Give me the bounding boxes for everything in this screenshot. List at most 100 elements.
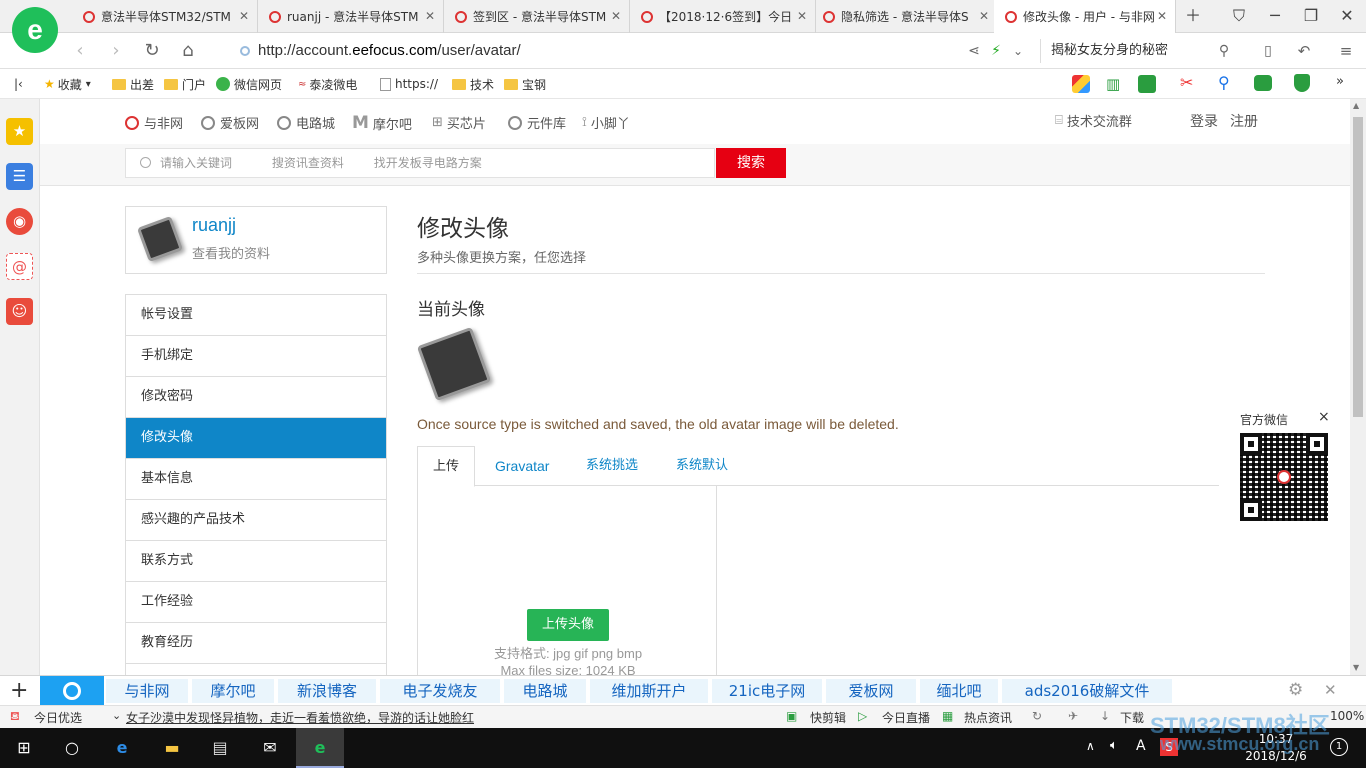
site-info-icon[interactable] bbox=[240, 46, 250, 56]
bookmark-folder[interactable]: 技术 bbox=[452, 74, 494, 94]
close-tab-icon[interactable]: ✕ bbox=[611, 9, 621, 23]
bookmark-item[interactable]: 微信网页 bbox=[216, 74, 282, 94]
volume-icon[interactable]: 🔈︎ bbox=[1110, 738, 1118, 753]
mobile-icon[interactable]: ▯ bbox=[1256, 39, 1280, 63]
refresh-icon[interactable]: ↻ bbox=[140, 39, 164, 63]
view-profile-link[interactable]: 查看我的资料 bbox=[192, 243, 270, 262]
browser-tab[interactable]: 隐私筛选 - 意法半导体S ✕ bbox=[812, 0, 998, 33]
weibo-icon[interactable]: ◉ bbox=[6, 208, 33, 235]
close-window-icon[interactable]: ✕ bbox=[1336, 5, 1358, 27]
notification-icon[interactable]: 1 bbox=[1330, 738, 1348, 756]
file-explorer-icon[interactable]: ▬ bbox=[148, 728, 196, 768]
quick-link[interactable]: 与非网 bbox=[106, 679, 188, 703]
maximize-icon[interactable]: ❐ bbox=[1300, 5, 1322, 27]
menu-item-education[interactable]: 教育经历 bbox=[126, 623, 386, 664]
close-tab-icon[interactable]: ✕ bbox=[1157, 9, 1167, 23]
forward-icon[interactable]: › bbox=[104, 39, 128, 63]
new-tab-icon[interactable]: ＋ bbox=[1182, 5, 1204, 27]
scroll-up-icon[interactable]: ▲ bbox=[1353, 101, 1359, 110]
edge-icon[interactable]: e bbox=[98, 728, 146, 768]
scroll-down-icon[interactable]: ▼ bbox=[1353, 663, 1359, 672]
address-bar[interactable]: http://account.eefocus.com/user/avatar/ bbox=[232, 38, 952, 64]
translate-icon[interactable] bbox=[1138, 75, 1156, 93]
username-link[interactable]: ruanjj bbox=[192, 215, 236, 236]
game-icon[interactable]: ☺ bbox=[6, 298, 33, 325]
undo-icon[interactable]: ↶ bbox=[1292, 39, 1316, 63]
menu-icon[interactable]: ≡ bbox=[1334, 39, 1358, 63]
page-scrollbar[interactable]: ▲ ▼ bbox=[1350, 99, 1366, 675]
store-icon[interactable]: ▤ bbox=[196, 728, 244, 768]
search-icon[interactable]: ⚲ bbox=[1212, 39, 1236, 63]
browser-tab[interactable]: 意法半导体STM32/STM ✕ bbox=[72, 0, 258, 33]
nav-link-dianlucheng[interactable]: 电路城 bbox=[277, 113, 335, 132]
menu-item-contact[interactable]: 联系方式 bbox=[126, 541, 386, 582]
qr-close-icon[interactable]: × bbox=[1318, 409, 1330, 425]
status-item-cut[interactable]: 快剪辑 bbox=[810, 709, 846, 726]
bookmark-item[interactable]: ≈ 泰凌微电 bbox=[298, 74, 357, 94]
mail-icon[interactable]: ✉ bbox=[246, 728, 294, 768]
favorites-icon[interactable]: ★ bbox=[6, 118, 33, 145]
zoom-level[interactable]: 100% bbox=[1330, 709, 1364, 723]
show-hidden-icons[interactable]: ∧ bbox=[1086, 739, 1095, 753]
bookmark-folder[interactable]: 出差 bbox=[112, 74, 154, 94]
scissors-icon[interactable]: ✂ bbox=[1180, 73, 1193, 92]
chevron-down-icon[interactable]: ⌄ bbox=[1006, 39, 1030, 63]
game-icon[interactable] bbox=[1254, 75, 1272, 91]
quick-link[interactable]: 21ic电子网 bbox=[712, 679, 822, 703]
menu-item-interests[interactable]: 感兴趣的产品技术 bbox=[126, 500, 386, 541]
mail-icon[interactable]: @ bbox=[6, 253, 33, 280]
quick-link[interactable]: 摩尔吧 bbox=[192, 679, 274, 703]
book-icon[interactable]: ▥ bbox=[1106, 75, 1120, 93]
windows-start-icon[interactable]: ⊞ bbox=[0, 728, 48, 768]
shirt-icon[interactable]: ⛉ bbox=[1228, 5, 1250, 27]
today-pick-label[interactable]: 今日优选 bbox=[34, 709, 82, 726]
browser-logo-icon[interactable]: e bbox=[12, 7, 58, 53]
tab-upload[interactable]: 上传 bbox=[417, 446, 476, 487]
menu-item-work[interactable]: 工作经验 bbox=[126, 582, 386, 623]
quick-link[interactable]: 缅北吧 bbox=[920, 679, 998, 703]
status-item-hot[interactable]: 热点资讯 bbox=[964, 709, 1012, 726]
bookmark-favorites[interactable]: ★ 收藏 ▾ bbox=[44, 74, 91, 94]
menu-item-more[interactable] bbox=[126, 664, 386, 675]
tab-gravatar[interactable]: Gravatar bbox=[480, 446, 564, 487]
extension-icon[interactable] bbox=[1072, 75, 1090, 93]
cortana-icon[interactable]: ○ bbox=[48, 728, 96, 768]
home-icon[interactable]: ⌂ bbox=[176, 39, 200, 63]
quick-link[interactable]: 电子发烧友 bbox=[380, 679, 500, 703]
refresh-icon[interactable]: ↻ bbox=[1032, 709, 1042, 723]
more-icon[interactable]: » bbox=[1336, 74, 1344, 89]
bookmark-folder[interactable]: 宝钢 bbox=[504, 74, 546, 94]
back-icon[interactable]: ‹ bbox=[68, 39, 92, 63]
tab-system-default[interactable]: 系统默认 bbox=[661, 446, 743, 487]
minimize-icon[interactable]: ─ bbox=[1264, 5, 1286, 27]
ime-indicator[interactable]: A bbox=[1136, 738, 1146, 754]
search-box[interactable]: 揭秘女友分身的秘密 bbox=[1040, 39, 1238, 63]
status-item-live[interactable]: 今日直播 bbox=[882, 709, 930, 726]
nav-link-aibanwang[interactable]: 爱板网 bbox=[201, 113, 259, 132]
settings-gear-icon[interactable]: ⚙ bbox=[1288, 680, 1303, 700]
menu-item-basic-info[interactable]: 基本信息 bbox=[126, 459, 386, 500]
bookmark-folder[interactable]: 门户 bbox=[164, 74, 206, 94]
nav-link-eefocus[interactable]: 与非网 bbox=[125, 113, 183, 132]
browser-tab-active[interactable]: 修改头像 - 用户 - 与非网 ✕ bbox=[994, 0, 1176, 33]
shield-icon[interactable] bbox=[1294, 74, 1310, 92]
add-link-icon[interactable]: + bbox=[10, 678, 28, 703]
nav-link-moore8[interactable]: M 摩尔吧 bbox=[352, 113, 412, 133]
browser-taskbar-icon[interactable]: e bbox=[296, 728, 344, 768]
pin-icon[interactable]: ✈ bbox=[1068, 709, 1078, 723]
close-tab-icon[interactable]: ✕ bbox=[797, 9, 807, 23]
tab-system-pick[interactable]: 系统挑选 bbox=[571, 446, 653, 487]
close-tab-icon[interactable]: ✕ bbox=[239, 9, 249, 23]
scroll-thumb[interactable] bbox=[1353, 117, 1363, 417]
menu-item-phone[interactable]: 手机绑定 bbox=[126, 336, 386, 377]
browser-tab[interactable]: 签到区 - 意法半导体STM ✕ bbox=[444, 0, 630, 33]
menu-item-avatar[interactable]: 修改头像 bbox=[126, 418, 386, 459]
bookmark-item[interactable]: https:// bbox=[380, 74, 438, 94]
headline-link[interactable]: 女子沙漠中发现怪异植物，走近一看羞愤欲绝，导游的话让她脸红 bbox=[126, 709, 474, 726]
news-icon[interactable]: ☰ bbox=[6, 163, 33, 190]
quick-link[interactable]: 电路城 bbox=[504, 679, 586, 703]
quick-link[interactable]: 爱板网 bbox=[826, 679, 916, 703]
browser-tab[interactable]: ruanjj - 意法半导体STM ✕ bbox=[258, 0, 444, 33]
menu-item-password[interactable]: 修改密码 bbox=[126, 377, 386, 418]
close-bar-icon[interactable]: ✕ bbox=[1324, 681, 1337, 699]
